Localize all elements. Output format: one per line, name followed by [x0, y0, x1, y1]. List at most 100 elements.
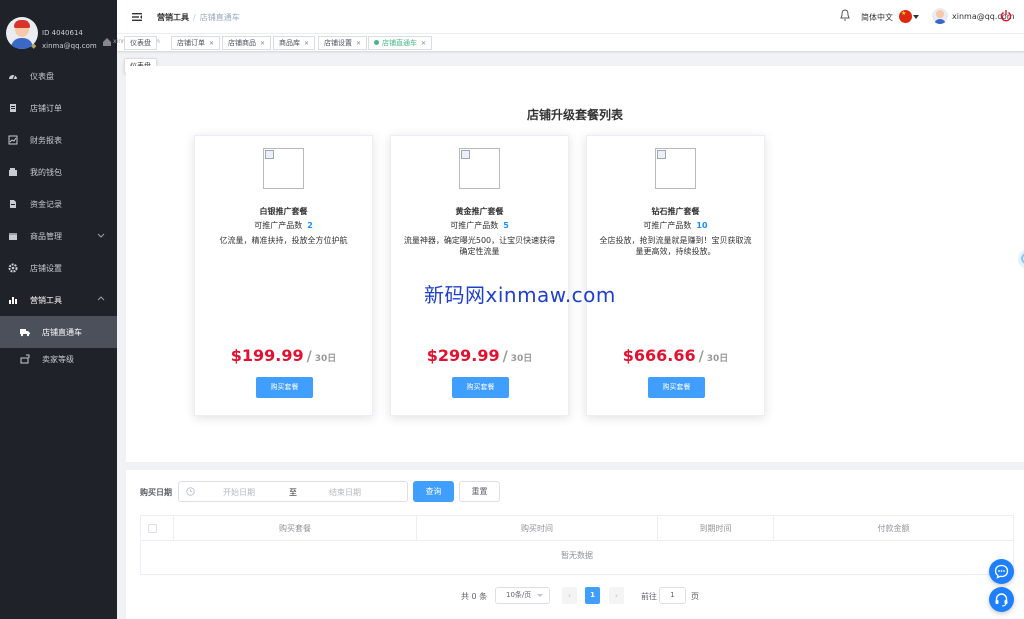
search-button[interactable]: 查询: [413, 481, 454, 502]
buy-plan-button[interactable]: 购买套餐: [256, 377, 313, 398]
plan-name: 黄金推广套餐: [455, 207, 504, 216]
document-icon: [8, 199, 18, 209]
close-icon[interactable]: ✕: [304, 40, 309, 47]
sidebar-item-finance[interactable]: 财务报表: [0, 124, 117, 156]
wallet-icon: [8, 167, 18, 177]
plan-name: 钻石推广套餐: [651, 207, 700, 216]
plan-count-value: 2: [307, 221, 313, 230]
sidebar-item-label: 营销工具: [30, 295, 62, 305]
buy-plan-button[interactable]: 购买套餐: [648, 377, 705, 398]
breadcrumb-item[interactable]: 营销工具: [157, 13, 189, 22]
power-icon[interactable]: [1000, 9, 1012, 22]
tag-product-library[interactable]: 商品库 ✕: [273, 36, 316, 50]
user-profile: ID 4040614 ◆ xinma@qq.com: [0, 0, 117, 62]
broken-image-icon: [655, 148, 696, 189]
sidebar-item-label: 店铺直通车: [42, 327, 82, 337]
page-size-select[interactable]: 10条/页: [495, 587, 550, 604]
plan-description: 全店投放，抢到流量就是赚到！宝贝获取流量更高效，持续投放。: [599, 236, 752, 256]
customer-service-button[interactable]: [989, 587, 1014, 612]
plan-count-label: 可推广产品数: [254, 221, 303, 230]
tag-label: 店铺商品: [228, 39, 256, 47]
close-icon[interactable]: ✕: [209, 40, 214, 47]
date-range-picker[interactable]: 开始日期 至 结束日期: [178, 481, 408, 502]
tag-label: 店铺设置: [324, 39, 352, 47]
close-icon[interactable]: ✕: [260, 40, 265, 47]
plan-count: 可推广产品数 5: [391, 220, 568, 231]
plan-name: 白银推广套餐: [259, 207, 308, 216]
page-unit-label: 页: [691, 592, 699, 601]
hamburger-icon[interactable]: [132, 12, 142, 22]
close-icon[interactable]: ✕: [421, 40, 426, 47]
start-date-input[interactable]: 开始日期: [223, 487, 255, 498]
sidebar-item-orders[interactable]: 店铺订单: [0, 92, 117, 124]
next-page-button[interactable]: ›: [609, 587, 624, 604]
plan-card-diamond: 钻石推广套餐 可推广产品数 10 全店投放，抢到流量就是赚到！宝贝获取流量更高效，…: [586, 135, 765, 416]
sidebar-item-label: 资金记录: [30, 199, 62, 209]
sidebar-item-products[interactable]: 商品管理: [0, 220, 117, 252]
language-selector[interactable]: 简体中文: [861, 12, 893, 23]
column-header: 到期时间: [657, 516, 773, 541]
price-value: $666.66: [622, 346, 696, 365]
column-header: 购买时间: [416, 516, 657, 541]
pagination: 共 0 条 10条/页 ‹ 1 › 前往 1 页: [126, 587, 1024, 604]
home-icon: [103, 38, 111, 46]
goto-page-input[interactable]: 1: [659, 587, 686, 604]
broken-image-icon: [459, 148, 500, 189]
plan-count-label: 可推广产品数: [450, 221, 499, 230]
tag-store-express[interactable]: 店铺直通车 ✕: [368, 36, 433, 50]
page-number-current[interactable]: 1: [585, 587, 600, 604]
caret-down-icon: [537, 594, 543, 597]
tag-store-settings[interactable]: 店铺设置 ✕: [318, 36, 368, 50]
box-icon: [8, 231, 18, 241]
sidebar-item-fund-records[interactable]: 资金记录: [0, 188, 117, 220]
goto-label: 前往: [641, 592, 657, 601]
plan-description: 亿流量，精准扶持，投放全方位护航: [219, 236, 348, 245]
clock-icon: [186, 487, 195, 496]
sidebar-item-dashboard[interactable]: 仪表盘: [0, 60, 117, 92]
reset-button[interactable]: 重置: [459, 481, 500, 502]
sidebar-item-label: 店铺订单: [30, 103, 62, 113]
buy-plan-button[interactable]: 购买套餐: [452, 377, 509, 398]
range-separator: 至: [289, 488, 297, 497]
close-icon[interactable]: ✕: [356, 40, 361, 47]
tag-store-products[interactable]: 店铺商品 ✕: [222, 36, 272, 50]
price-period: 30日: [314, 354, 337, 364]
chevron-up-icon: [97, 296, 105, 301]
user-id: ID 4040614: [42, 29, 83, 37]
side-drawer-handle[interactable]: [1018, 249, 1024, 269]
sidebar-item-store-settings[interactable]: 店铺设置: [0, 252, 117, 284]
watermark: 新码网xinmaw.com: [424, 283, 616, 307]
clipboard-icon: [8, 103, 18, 113]
sidebar: ID 4040614 ◆ xinma@qq.com 仪表盘 店铺订单 财务报表 …: [0, 0, 117, 619]
user-email: xinma@qq.com: [42, 42, 97, 50]
tag-dashboard[interactable]: 仪表盘: [124, 36, 157, 50]
tag-store-orders[interactable]: 店铺订单 ✕: [171, 36, 221, 50]
bell-icon[interactable]: [839, 9, 851, 22]
sidebar-item-label: 卖家等级: [42, 354, 74, 364]
china-flag-icon[interactable]: ★: [899, 10, 912, 23]
plan-card-gold: 黄金推广套餐 可推广产品数 5 流量神器，确定曝光500，让宝贝快速获得确定性流量…: [390, 135, 569, 416]
shield-icon: ◆: [31, 42, 37, 50]
end-date-input[interactable]: 结束日期: [329, 487, 361, 498]
chat-button[interactable]: [989, 559, 1014, 584]
caret-down-icon: [913, 15, 919, 19]
prev-page-button[interactable]: ‹: [562, 587, 577, 604]
sidebar-item-seller-level[interactable]: 卖家等级: [0, 343, 117, 375]
dashboard-icon: [8, 71, 18, 81]
price-period: 30日: [510, 354, 533, 364]
sidebar-item-label: 店铺设置: [30, 263, 62, 273]
user-avatar[interactable]: [932, 8, 948, 24]
plan-count-value: 10: [696, 221, 708, 230]
level-icon: [20, 354, 30, 364]
chart-icon: [8, 135, 18, 145]
sidebar-item-wallet[interactable]: 我的钱包: [0, 156, 117, 188]
plans-panel: 店铺升级套餐列表 白银推广套餐 可推广产品数 2 亿流量，精准扶持，投放全方位护航…: [126, 66, 1024, 462]
purchase-records-panel: 购买日期 开始日期 至 结束日期 查询 重置 购买套餐 购买时间 到期时间 付款…: [126, 470, 1024, 619]
sidebar-item-marketing[interactable]: 营销工具: [0, 284, 117, 316]
select-all-checkbox[interactable]: [148, 524, 157, 533]
gear-icon: [8, 263, 18, 273]
page-title: 店铺升级套餐列表: [526, 108, 623, 122]
table-header: 购买套餐 购买时间 到期时间 付款金额: [141, 516, 1013, 541]
broken-image-icon: [263, 148, 304, 189]
sidebar-item-label: 财务报表: [30, 135, 62, 145]
